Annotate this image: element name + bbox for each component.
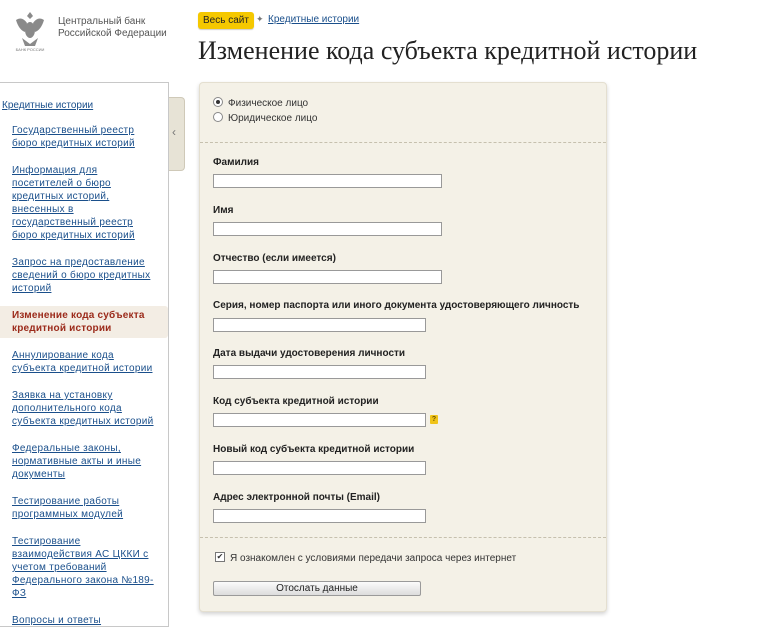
- sidebar-item-module-testing[interactable]: Тестирование работы программных модулей: [0, 494, 168, 522]
- radio-individual[interactable]: Физическое лицо: [213, 97, 308, 111]
- radio-legal-entity-label: Юридическое лицо: [228, 113, 318, 124]
- bank-name: Центральный банк Российской Федерации: [58, 16, 168, 40]
- email-label: Адрес электронной почты (Email): [213, 492, 380, 503]
- double-eagle-emblem-icon: БАНК РОССИИ: [16, 12, 45, 52]
- sidebar-collapse-toggle[interactable]: ‹: [169, 97, 185, 171]
- sidebar-item-change-code[interactable]: Изменение кода субъекта кредитной истори…: [0, 306, 168, 338]
- patronymic-input[interactable]: [213, 270, 442, 284]
- bank-name-line1: Центральный банк: [58, 16, 146, 27]
- issue-date-input[interactable]: [213, 365, 426, 379]
- name-label: Имя: [213, 205, 234, 216]
- sidebar-menu: Государственный реестр бюро кредитных ис…: [0, 123, 168, 640]
- breadcrumb-all-site[interactable]: Весь сайт: [198, 12, 254, 29]
- email-input[interactable]: [213, 509, 426, 523]
- submit-button[interactable]: Отослать данные: [213, 581, 421, 596]
- new-code-input[interactable]: [213, 461, 426, 475]
- sidebar-item-laws[interactable]: Федеральные законы, нормативные акты и и…: [0, 441, 168, 482]
- subject-code-input[interactable]: [213, 413, 426, 427]
- checkbox-checked-icon[interactable]: ✔: [215, 552, 225, 563]
- chevron-left-icon: ‹: [172, 125, 176, 139]
- change-code-form: Физическое лицо Юридическое лицо Фамилия…: [199, 82, 607, 612]
- issue-date-label: Дата выдачи удостоверения личности: [213, 348, 406, 359]
- sidebar-item-cancel-code[interactable]: Аннулирование кода субъекта кредитной ис…: [0, 348, 168, 376]
- section-divider: [200, 537, 606, 538]
- section-divider: [200, 142, 606, 143]
- sidebar-item-faq[interactable]: Вопросы и ответы: [0, 613, 168, 628]
- sidebar-item-visitor-info[interactable]: Информация для посетителей о бюро кредит…: [0, 163, 168, 243]
- help-icon[interactable]: ?: [430, 415, 438, 424]
- radio-button-icon[interactable]: [213, 112, 223, 123]
- breadcrumb-credit-histories[interactable]: Кредитные истории: [268, 14, 359, 25]
- radio-legal-entity[interactable]: Юридическое лицо: [213, 112, 317, 126]
- sidebar-heading-link[interactable]: Кредитные истории: [2, 100, 93, 111]
- radio-individual-label: Физическое лицо: [228, 98, 309, 109]
- sidebar-item-ackki-testing[interactable]: Тестирование взаимодействия АС ЦККИ с уч…: [0, 534, 168, 601]
- surname-input[interactable]: [213, 174, 442, 188]
- new-code-label: Новый код субъекта кредитной истории: [213, 444, 415, 455]
- surname-label: Фамилия: [213, 157, 259, 168]
- consent-checkbox-row[interactable]: ✔ Я ознакомлен с условиями передачи запро…: [215, 552, 516, 565]
- name-input[interactable]: [213, 222, 442, 236]
- page-title: Изменение кода субъекта кредитной истори…: [198, 36, 698, 65]
- subject-code-label: Код субъекта кредитной истории: [213, 396, 379, 407]
- sidebar-item-bureau-request[interactable]: Запрос на предоставление сведений о бюро…: [0, 255, 168, 296]
- passport-input[interactable]: [213, 318, 426, 332]
- bank-logo[interactable]: БАНК РОССИИ Центральный банк Российской …: [8, 8, 167, 52]
- sidebar: Кредитные истории Государственный реестр…: [0, 82, 169, 627]
- radio-button-checked-icon[interactable]: [213, 97, 223, 108]
- bank-name-line2: Российской Федерации: [58, 28, 167, 39]
- breadcrumb-separator-icon: ✦: [256, 14, 264, 24]
- consent-label: Я ознакомлен с условиями передачи запрос…: [230, 553, 517, 564]
- emblem-caption: БАНК РОССИИ: [16, 47, 45, 52]
- patronymic-label: Отчество (если имеется): [213, 253, 336, 264]
- passport-label: Серия, номер паспорта или иного документ…: [213, 300, 580, 311]
- sidebar-item-additional-code[interactable]: Заявка на установку дополнительного кода…: [0, 388, 168, 429]
- sidebar-item-registry[interactable]: Государственный реестр бюро кредитных ис…: [0, 123, 168, 151]
